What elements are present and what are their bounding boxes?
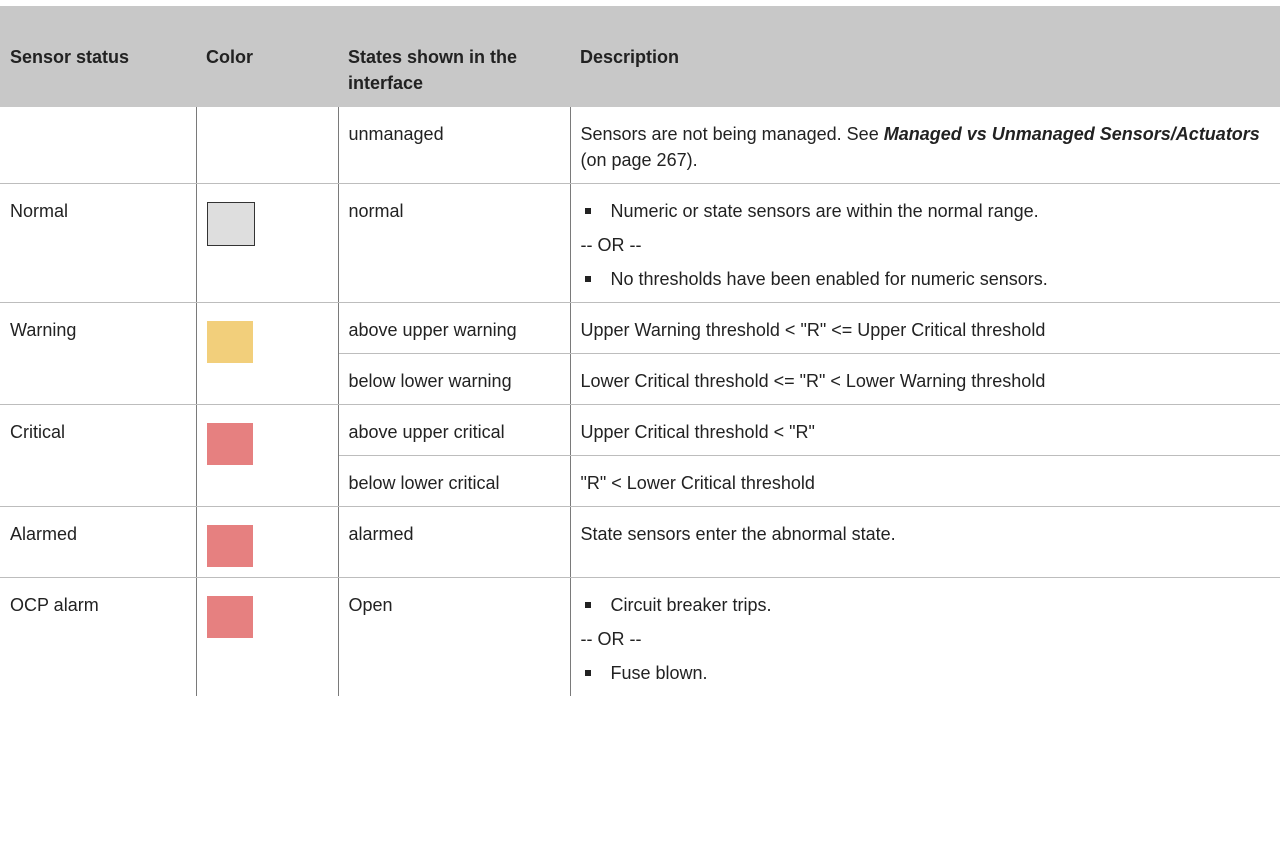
color-cell [196, 302, 339, 405]
status-cell: OCP alarm [0, 577, 197, 696]
sensor-status-table: Sensor status Color States shown in the … [0, 6, 1280, 696]
header-states: States shown in the interface [338, 6, 570, 107]
red-swatch [206, 596, 253, 638]
bullet-text: Fuse blown. [610, 663, 708, 683]
color-cell [196, 577, 339, 696]
color-cell [196, 183, 339, 303]
description-cell: Upper Warning threshold < "R" <= Upper C… [570, 302, 1280, 354]
table-row-ocp-alarm: OCP alarm Open Circuit breaker trips. --… [0, 577, 1280, 697]
state-cell: Open [338, 577, 571, 696]
red-swatch [206, 423, 253, 465]
description-cell: Sensors are not being managed. See Manag… [570, 106, 1280, 184]
description-cell: State sensors enter the abnormal state. [570, 506, 1280, 578]
table-header-row: Sensor status Color States shown in the … [0, 6, 1280, 107]
status-cell-empty [0, 106, 197, 184]
color-cell [196, 404, 339, 507]
state-cell: below lower warning [338, 353, 571, 405]
header-description: Description [570, 6, 1280, 107]
bullet-text: Numeric or state sensors are within the … [610, 201, 1039, 221]
bullet-item: No thresholds have been enabled for nume… [581, 266, 1271, 292]
state-cell: unmanaged [338, 106, 571, 184]
header-sensor-status: Sensor status [0, 6, 196, 107]
managed-vs-unmanaged-link[interactable]: Managed vs Unmanaged Sensors/Actuators [884, 124, 1260, 144]
bullet-item: Circuit breaker trips. [581, 592, 1271, 618]
bullet-icon [584, 208, 591, 214]
state-cell: above upper warning [338, 302, 571, 354]
or-separator: -- OR -- [580, 235, 642, 255]
bullet-text: Circuit breaker trips. [610, 595, 772, 615]
bullet-icon [584, 670, 591, 676]
bullet-icon [584, 602, 591, 608]
state-cell: alarmed [338, 506, 571, 578]
yellow-swatch [206, 321, 253, 363]
table-row-alarmed: Alarmed alarmed State sensors enter the … [0, 506, 1280, 578]
description-cell: Lower Critical threshold <= "R" < Lower … [570, 353, 1280, 405]
status-cell: Normal [0, 183, 197, 303]
gray-swatch [206, 202, 255, 246]
header-color: Color [196, 6, 338, 107]
description-cell: Circuit breaker trips. -- OR -- Fuse blo… [570, 578, 1280, 697]
state-cell: below lower critical [338, 455, 571, 507]
state-cell: normal [338, 183, 571, 303]
table-row-critical-upper: Critical above upper critical Upper Crit… [0, 404, 1280, 507]
bullet-item: Fuse blown. [581, 660, 1271, 686]
desc-text: Sensors are not being managed. See [580, 124, 884, 144]
red-swatch [206, 525, 253, 567]
table-row-warning-upper: Warning above upper warning Upper Warnin… [0, 302, 1280, 405]
bullet-text: No thresholds have been enabled for nume… [610, 269, 1048, 289]
status-cell: Alarmed [0, 506, 197, 578]
color-cell [196, 506, 339, 578]
bullet-item: Numeric or state sensors are within the … [581, 198, 1271, 224]
description-cell: Upper Critical threshold < "R" [570, 404, 1280, 456]
bullet-icon [584, 276, 591, 282]
color-cell-empty [196, 106, 339, 184]
description-cell: "R" < Lower Critical threshold [570, 455, 1280, 507]
or-separator: -- OR -- [580, 629, 642, 649]
status-cell: Critical [0, 404, 197, 507]
desc-page-ref: (on page 267). [580, 150, 698, 170]
state-cell: above upper critical [338, 404, 571, 456]
table-row-unmanaged: unmanaged Sensors are not being managed.… [0, 106, 1280, 184]
description-cell: Numeric or state sensors are within the … [570, 183, 1280, 303]
status-cell: Warning [0, 302, 197, 405]
table-row-normal: Normal normal Numeric or state sensors a… [0, 183, 1280, 303]
